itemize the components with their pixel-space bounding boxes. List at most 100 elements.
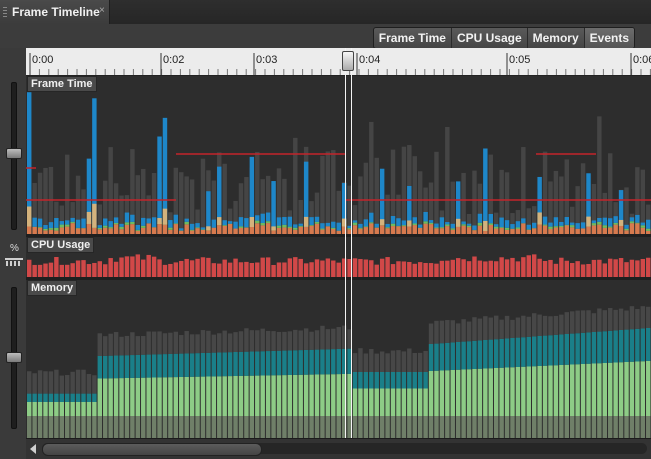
frame-bar-other [352,222,358,226]
memory-bar-reserved [363,353,369,372]
memory-bar-assets [135,354,141,378]
frame-bar-script [548,222,553,227]
memory-bar-assets [32,393,37,402]
memory-bar-base [428,416,434,438]
cpu-usage-toggle[interactable]: CPU Usage [452,28,528,48]
cpu-bar [37,264,43,277]
memory-bar-heap [385,388,390,416]
frame-bar-budget [331,150,336,234]
memory-bar-assets [526,336,531,367]
frame-bar-budget [374,157,379,234]
time-ruler[interactable]: 0:00 0:02 0:03 0:04 0:05 0:06 [26,48,651,76]
cpu-bar [385,257,390,277]
memory-bar-heap [32,402,37,416]
memory-bar-heap [407,388,412,416]
memory-bar-base [526,416,531,438]
memory-bar-base [298,416,303,438]
memory-bar-reserved [646,306,651,328]
cpu-bar [369,260,374,277]
frame-bar-render [162,224,168,234]
frame-bar-other [37,226,43,228]
memory-bar-assets [97,356,103,379]
scale-icon[interactable] [5,258,23,266]
memory-bar-reserved [417,352,423,372]
memory-bar-assets [43,393,48,402]
memory-bar-reserved [141,336,146,355]
memory-zoom-thumb[interactable] [6,352,22,363]
frame-bar-script [488,213,493,224]
frame-bar-budget [293,137,298,234]
frame-bar-other [493,226,499,229]
left-gutter: % [0,48,26,438]
frame-bar-render [298,226,303,234]
memory-toggle[interactable]: Memory [528,28,585,48]
cpu-bar [206,257,211,277]
memory-bar-reserved [260,328,265,352]
cpu-bar [602,263,608,277]
frame-bar-other [488,223,493,225]
frame-bar-render [423,223,428,234]
cpu-bar [407,261,412,277]
frame-time-zoom-thumb[interactable] [6,148,22,159]
memory-bar-assets [59,393,65,402]
memory-bar-heap [309,374,314,416]
frame-bar-script [412,217,417,224]
frame-bar-render [613,224,618,234]
frame-bar-render [65,226,70,234]
memory-bar-assets [591,332,597,364]
frame-bar-script [358,223,363,228]
memory-bar-heap [466,369,472,416]
memory-bar-reserved [591,313,597,332]
frame-time-toggle[interactable]: Frame Time [374,28,452,48]
frame-bar-script [119,223,124,227]
memory-bar-assets [521,337,526,367]
memory-bar-heap [255,375,260,416]
playhead-handle[interactable] [342,51,354,71]
memory-bar-heap [537,366,542,416]
cpu-bar [113,261,119,277]
frame-bar-other [553,226,559,228]
horizontal-scrollbar[interactable] [26,438,651,459]
memory-bar-reserved [597,308,602,332]
memory-bar-assets [108,355,113,379]
grip-icon[interactable] [3,7,7,17]
frame-timeline-window: Frame Timeline × Frame Time CPU Usage Me… [0,0,651,459]
scroll-thumb[interactable] [42,443,262,456]
cpu-bar [423,262,428,277]
tab-frame-timeline[interactable]: Frame Timeline × [0,0,110,24]
memory-bar-heap [358,388,363,416]
frame-bar-script [27,92,32,227]
cpu-bar [130,256,135,277]
frame-bar-other [309,225,314,226]
memory-bar-reserved [586,310,591,333]
cpu-usage-section[interactable]: CPU Usage [26,237,651,277]
memory-bar-reserved [179,335,184,354]
scroll-left-arrow[interactable] [30,444,36,454]
frame-bar-render [396,226,401,234]
cpu-bar [412,263,417,277]
memory-bar-assets [103,355,108,379]
cpu-bar [618,258,624,277]
memory-bar-assets [309,349,314,375]
frame-bar-render [222,225,227,234]
memory-bar-assets [439,343,445,371]
memory-section[interactable]: Memory [26,280,651,438]
memory-bar-assets [434,343,439,371]
memory-bar-assets [238,351,244,376]
memory-bar-reserved [450,320,455,343]
frame-bar-script [309,217,314,226]
frame-bar-other [108,227,113,229]
memory-bar-heap [553,365,559,416]
memory-bar-heap [195,376,200,416]
memory-bar-reserved [396,350,401,372]
cpu-bar [428,263,434,277]
timeline-chart-area[interactable]: 0:00 0:02 0:03 0:04 0:05 0:06 Frame Time CPU … [26,48,651,438]
memory-bar-heap [531,366,537,416]
events-toggle[interactable]: Events [584,28,634,48]
memory-bar-assets [515,337,521,367]
memory-bar-assets [265,351,271,376]
frame-bar-physics [92,203,97,228]
frame-time-section[interactable]: Frame Time [26,76,651,234]
memory-bar-base [130,416,135,438]
close-icon[interactable]: × [99,5,105,16]
